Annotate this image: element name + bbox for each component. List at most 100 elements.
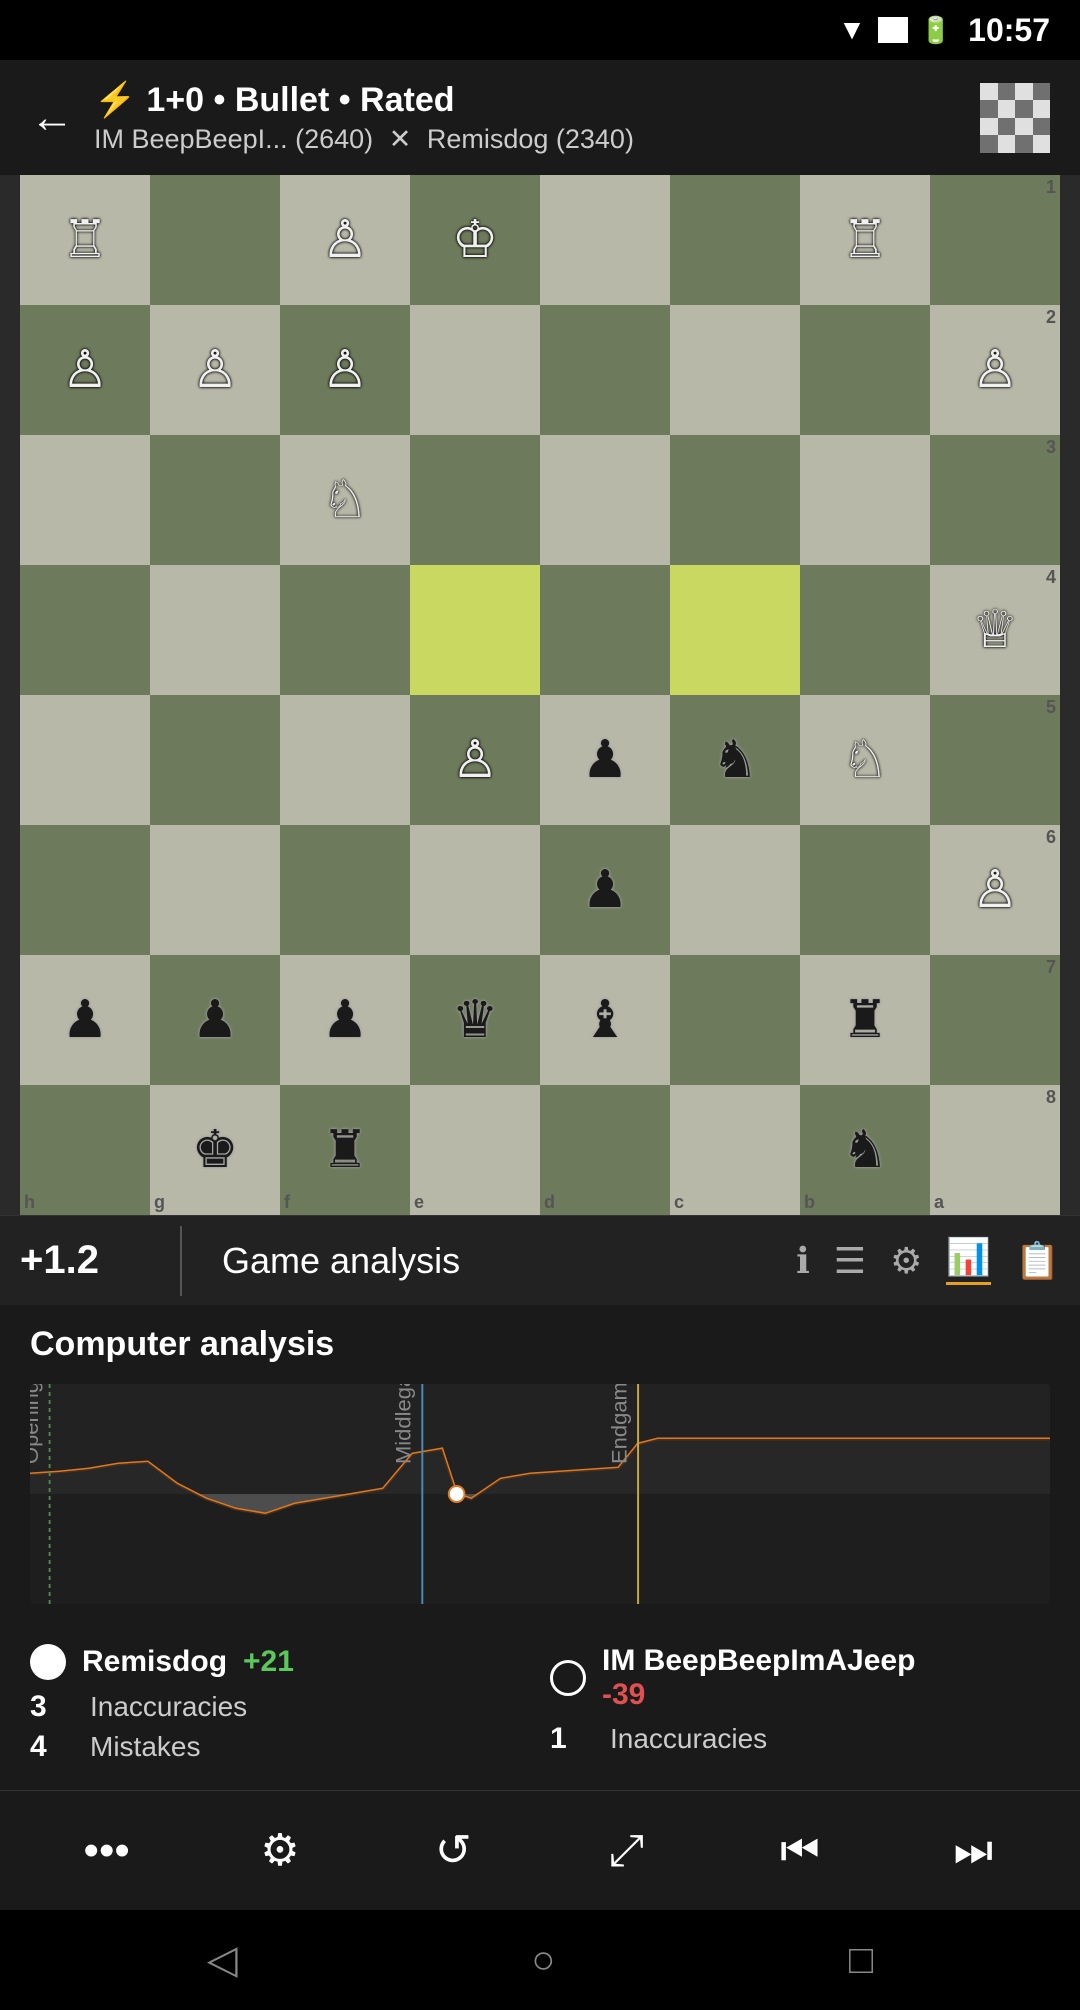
chess-square[interactable]: ♙ xyxy=(280,305,410,435)
next-button[interactable]: ⏭ xyxy=(933,1811,1013,1891)
chess-square[interactable]: 1 xyxy=(930,175,1060,305)
chess-board-container[interactable]: ♖♙♔♖1♙♙♙2♙♘34♕♙♟♞♘5♟6♙♟♟♟♛♝♜7hg♚f♜edcb♞8… xyxy=(0,175,1080,1215)
chess-square[interactable] xyxy=(540,565,670,695)
chess-square[interactable] xyxy=(150,435,280,565)
rank-label: 3 xyxy=(1046,437,1056,458)
chess-square[interactable]: c xyxy=(670,1085,800,1215)
rank-label: 7 xyxy=(1046,957,1056,978)
black-piece: ♟ xyxy=(322,994,369,1046)
black-inaccuracies-label: Inaccuracies xyxy=(610,1723,767,1755)
chart-icon[interactable]: 📊 xyxy=(946,1236,991,1285)
chess-square[interactable] xyxy=(800,305,930,435)
chess-square[interactable]: h xyxy=(20,1085,150,1215)
chess-square[interactable]: 7 xyxy=(930,955,1060,1085)
chess-square[interactable] xyxy=(410,435,540,565)
chess-square[interactable]: ♟ xyxy=(280,955,410,1085)
chess-square[interactable] xyxy=(540,175,670,305)
nav-back-button[interactable]: ◁ xyxy=(207,1937,238,1983)
back-button[interactable]: ← xyxy=(30,93,74,143)
chess-square[interactable]: ♔ xyxy=(410,175,540,305)
chess-square[interactable]: 8a xyxy=(930,1085,1060,1215)
chess-square[interactable]: d xyxy=(540,1085,670,1215)
chess-board[interactable]: ♖♙♔♖1♙♙♙2♙♘34♕♙♟♞♘5♟6♙♟♟♟♛♝♜7hg♚f♜edcb♞8… xyxy=(20,175,1060,1215)
chess-square[interactable]: ♛ xyxy=(410,955,540,1085)
chess-square[interactable]: g♚ xyxy=(150,1085,280,1215)
chess-square[interactable] xyxy=(670,175,800,305)
file-label: c xyxy=(674,1192,684,1213)
chess-square[interactable] xyxy=(280,695,410,825)
chess-square[interactable]: ♖ xyxy=(20,175,150,305)
chess-square[interactable] xyxy=(540,435,670,565)
board-thumbnail-icon[interactable] xyxy=(980,83,1050,153)
chess-square[interactable] xyxy=(670,955,800,1085)
chess-square[interactable]: ♟ xyxy=(540,825,670,955)
chess-square[interactable] xyxy=(540,305,670,435)
chess-square[interactable]: ♙ xyxy=(20,305,150,435)
prev-button[interactable]: ⏮ xyxy=(760,1811,840,1891)
rank-label: 5 xyxy=(1046,697,1056,718)
info-icon[interactable]: ℹ xyxy=(796,1240,810,1282)
chess-square[interactable]: ♘ xyxy=(800,695,930,825)
flip-button[interactable]: ↺ xyxy=(413,1811,493,1891)
chess-square[interactable]: ♙ xyxy=(410,695,540,825)
report-icon[interactable]: 📋 xyxy=(1015,1240,1060,1282)
chess-square[interactable]: e xyxy=(410,1085,540,1215)
chess-square[interactable]: 5 xyxy=(930,695,1060,825)
chess-square[interactable] xyxy=(20,695,150,825)
chart-svg: Opening Middlegame Endgame xyxy=(30,1384,1050,1604)
chess-square[interactable] xyxy=(150,695,280,825)
nav-recent-button[interactable]: □ xyxy=(849,1938,873,1983)
settings-button[interactable]: ⚙ xyxy=(240,1811,320,1891)
chess-square[interactable]: 4♕ xyxy=(930,565,1060,695)
chess-square[interactable] xyxy=(150,565,280,695)
chess-square[interactable]: ♟ xyxy=(20,955,150,1085)
moves-icon[interactable]: ☰ xyxy=(834,1240,866,1282)
chess-square[interactable] xyxy=(410,565,540,695)
chess-square[interactable] xyxy=(670,305,800,435)
chess-square[interactable] xyxy=(410,305,540,435)
svg-text:Endgame: Endgame xyxy=(607,1384,632,1464)
black-player-info: IM BeepBeepImAJeep -39 xyxy=(602,1644,915,1712)
fullscreen-button[interactable]: ⤢ xyxy=(587,1811,667,1891)
chess-square[interactable] xyxy=(670,825,800,955)
chess-square[interactable]: ♘ xyxy=(280,435,410,565)
chess-square[interactable]: b♞ xyxy=(800,1085,930,1215)
svg-text:Opening: Opening xyxy=(30,1384,43,1464)
chess-square[interactable] xyxy=(800,825,930,955)
chess-square[interactable] xyxy=(410,825,540,955)
chess-square[interactable] xyxy=(670,565,800,695)
chess-square[interactable] xyxy=(280,825,410,955)
menu-button[interactable]: ••• xyxy=(67,1811,147,1891)
chess-square[interactable]: f♜ xyxy=(280,1085,410,1215)
chess-square[interactable] xyxy=(20,565,150,695)
chess-square[interactable] xyxy=(800,565,930,695)
player2-name: Remisdog (2340) xyxy=(427,124,634,154)
chess-square[interactable] xyxy=(20,435,150,565)
chess-square[interactable] xyxy=(150,825,280,955)
chess-square[interactable]: 3 xyxy=(930,435,1060,565)
chess-square[interactable] xyxy=(670,435,800,565)
chess-square[interactable]: ♖ xyxy=(800,175,930,305)
chess-square[interactable]: ♙ xyxy=(280,175,410,305)
white-mistakes-row: 4 Mistakes xyxy=(30,1730,530,1764)
chess-square[interactable]: ♞ xyxy=(670,695,800,825)
chess-square[interactable]: ♝ xyxy=(540,955,670,1085)
black-piece: ♟ xyxy=(192,994,239,1046)
chess-square[interactable] xyxy=(20,825,150,955)
chess-square[interactable]: ♙ xyxy=(150,305,280,435)
chess-square[interactable]: 2♙ xyxy=(930,305,1060,435)
chess-square[interactable] xyxy=(280,565,410,695)
chess-square[interactable]: ♜ xyxy=(800,955,930,1085)
analysis-chart[interactable]: Opening Middlegame Endgame xyxy=(30,1384,1050,1604)
wifi-icon: ▼ xyxy=(838,14,866,46)
status-bar: ▼ 🔋 10:57 xyxy=(0,0,1080,60)
chess-square[interactable]: ♟ xyxy=(540,695,670,825)
settings-icon[interactable]: ⚙ xyxy=(890,1240,922,1282)
rank-label: 4 xyxy=(1046,567,1056,588)
chess-square[interactable]: ♟ xyxy=(150,955,280,1085)
chess-square[interactable]: 6♙ xyxy=(930,825,1060,955)
chess-square[interactable] xyxy=(150,175,280,305)
status-time: 10:57 xyxy=(968,12,1050,49)
chess-square[interactable] xyxy=(800,435,930,565)
nav-home-button[interactable]: ○ xyxy=(531,1938,555,1983)
